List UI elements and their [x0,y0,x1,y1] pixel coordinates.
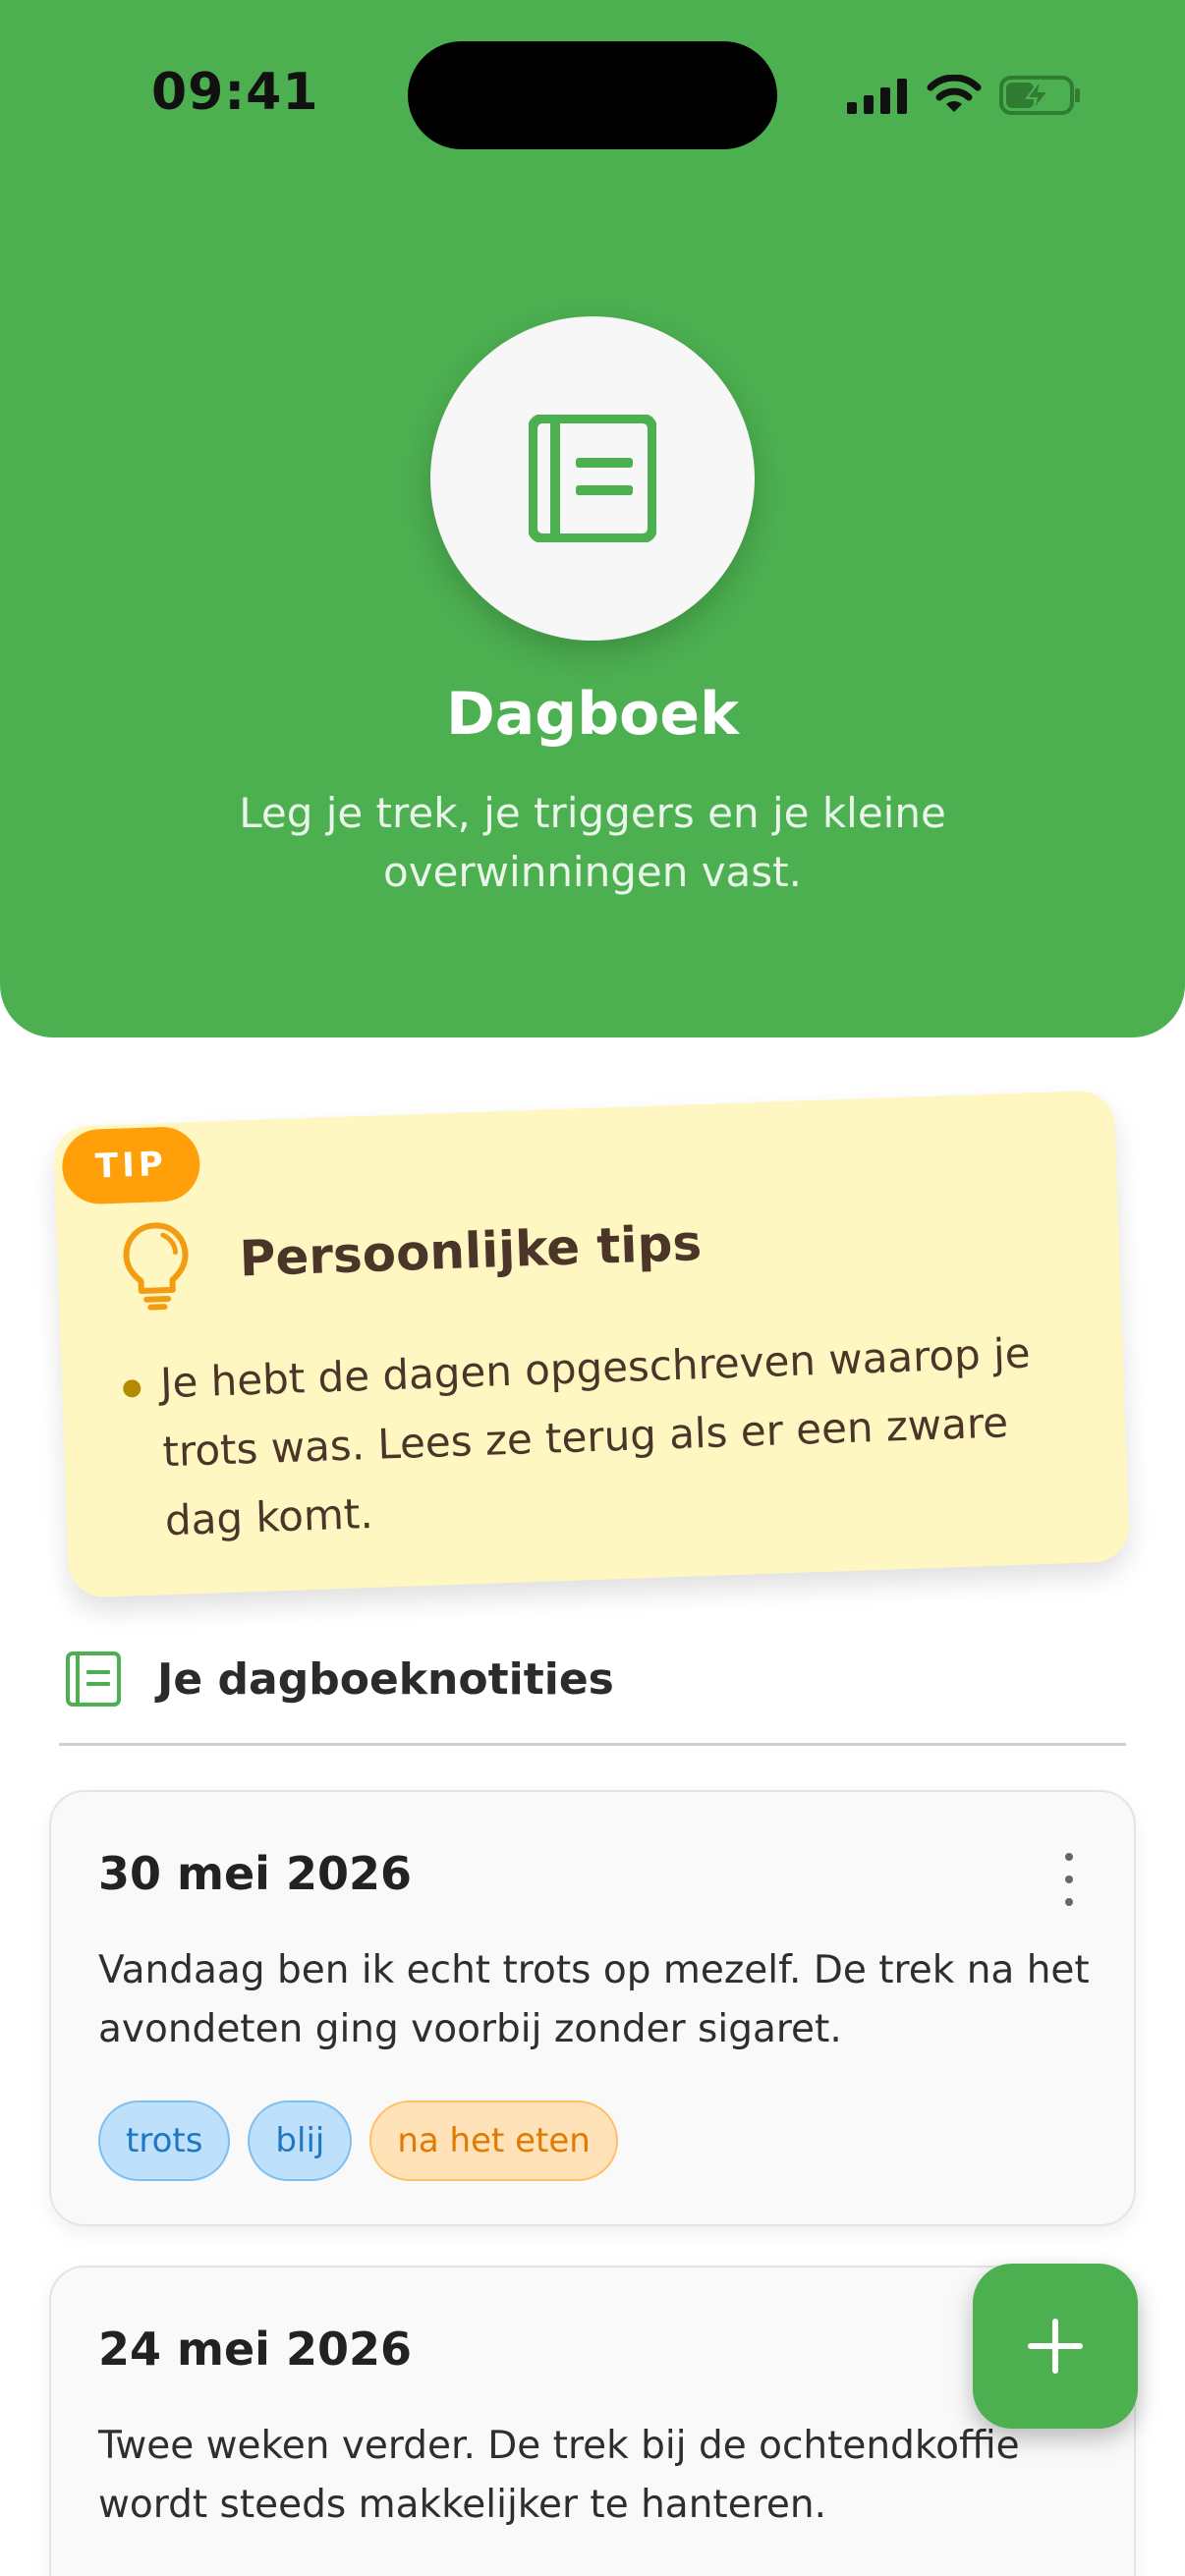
battery-charging-icon [999,76,1080,115]
signal-icon [847,79,907,114]
page-title: Dagboek [445,680,739,749]
dynamic-island [408,41,777,149]
status-time: 09:41 [151,63,319,122]
status-icons [847,71,1083,120]
entry-text: Vandaag ben ik echt trots op mezelf. De … [98,1948,1090,2051]
divider [59,1743,1126,1746]
entry-date: 30 mei 2026 [98,1847,412,1900]
header: 09:41 Dagboek Leg je trek, je triggers e… [0,0,1185,1037]
tip-item: Je hebt de dagen opgeschreven waarop je … [159,1328,1032,1545]
more-options-icon[interactable] [1063,1853,1075,1906]
entry-text: Twee weken verder. De trek bij de ochten… [98,2424,1020,2527]
entry-date: 24 mei 2026 [98,2323,412,2376]
plus-icon [1028,2319,1083,2374]
tip-card: TIP Persoonlijke tips Je hebt de dagen o… [52,1090,1131,1598]
diary-entry-card[interactable]: 30 mei 2026 Vandaag ben ik echt trots op… [49,1790,1136,2226]
tag-chip[interactable]: na het eten [369,2100,618,2181]
tip-badge: TIP [61,1125,201,1205]
page-subtitle: Leg je trek, je triggers en je kleine ov… [239,789,946,896]
bullet-icon [122,1379,141,1398]
diary-screen: 09:41 Dagboek Leg je trek, je triggers e… [0,0,1185,2576]
lightbulb-icon [123,1222,189,1311]
notebook-icon [529,415,656,542]
notes-section-title: Je dagboeknotities [157,1654,614,1705]
add-entry-button[interactable] [973,2264,1138,2429]
entry-tags: trots blij na het eten [98,2100,618,2183]
tip-title: Persoonlijke tips [238,1214,704,1288]
notes-section-header: Je dagboeknotities [65,1651,1126,1749]
tag-chip[interactable]: trots [98,2100,231,2181]
notebook-logo [430,316,755,641]
wifi-icon [927,75,982,112]
tag-chip[interactable]: blij [248,2100,353,2181]
notebook-icon [66,1652,121,1707]
